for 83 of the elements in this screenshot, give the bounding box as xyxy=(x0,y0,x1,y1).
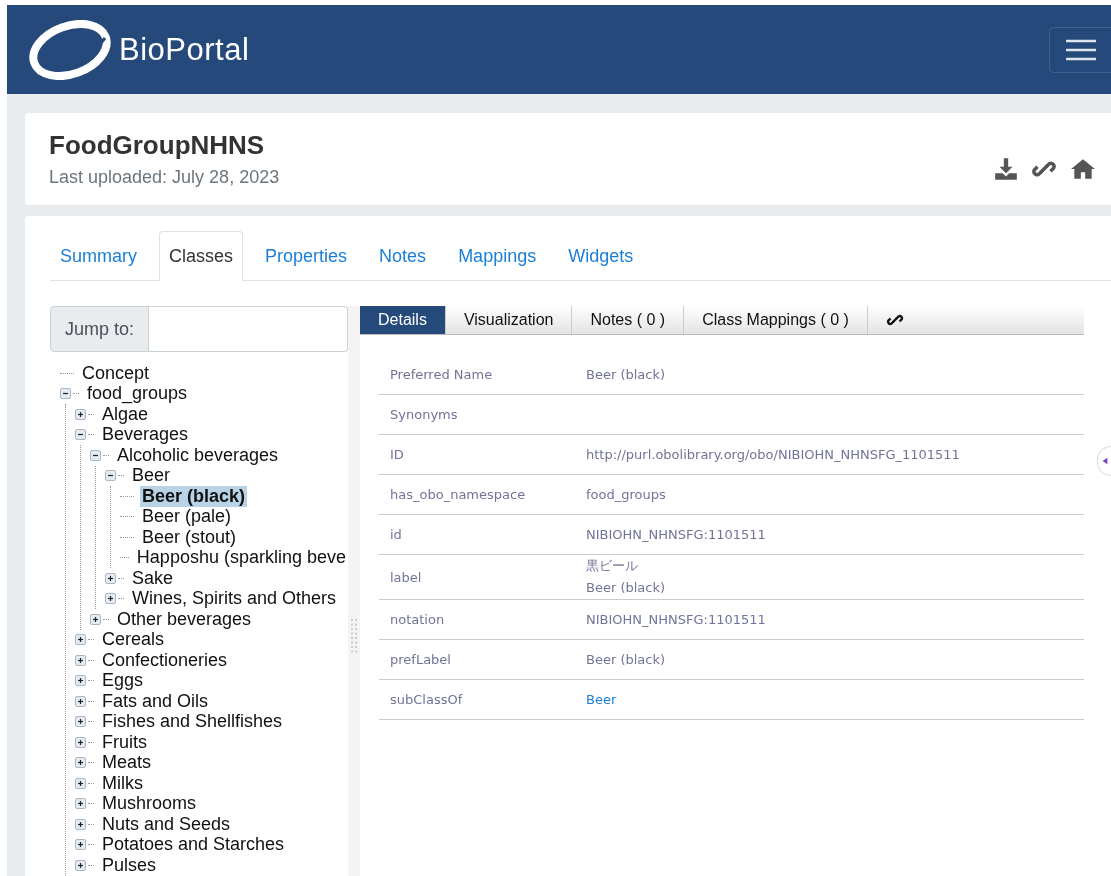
expand-icon[interactable] xyxy=(75,736,86,748)
tree-item[interactable]: Pulses xyxy=(100,854,159,876)
tree-item[interactable]: food_groups xyxy=(85,383,190,405)
resize-handle-icon[interactable] xyxy=(350,618,358,654)
expand-icon[interactable] xyxy=(75,777,86,789)
expand-icon[interactable] xyxy=(75,675,86,687)
tree-item[interactable]: Fats and Oils xyxy=(100,690,211,712)
tree-item[interactable]: Beer (stout) xyxy=(140,526,239,548)
property-value: Beer (black) xyxy=(586,365,667,384)
brand-name[interactable]: BioPortal xyxy=(119,31,250,68)
tree-item[interactable]: Meats xyxy=(100,752,154,774)
tree-item[interactable]: Mushrooms xyxy=(100,793,199,815)
tree-item[interactable]: Eggs xyxy=(100,670,146,692)
expand-icon[interactable] xyxy=(75,818,86,830)
download-icon[interactable] xyxy=(993,156,1019,182)
tree-item[interactable]: Beer (pale) xyxy=(140,506,234,528)
detail-tab[interactable]: Notes ( 0 ) xyxy=(572,306,685,334)
property-name: label xyxy=(379,554,575,600)
jump-to-field[interactable] xyxy=(149,306,348,352)
tree-item[interactable]: Happoshu (sparkling beve xyxy=(134,547,348,569)
tree-item[interactable]: Confectioneries xyxy=(100,649,230,671)
menu-icon xyxy=(1065,38,1096,61)
tab[interactable]: Mappings xyxy=(448,231,547,281)
property-name: prefLabel xyxy=(379,639,575,680)
property-value: NIBIOHN_NHNSFG:1101511 xyxy=(586,610,767,629)
tree-item[interactable]: Beer (black) xyxy=(140,485,248,507)
collapse-icon[interactable] xyxy=(75,429,86,441)
expand-icon[interactable] xyxy=(75,654,86,666)
property-value: 黒ビール xyxy=(586,557,639,575)
property-name: Preferred Name xyxy=(379,355,575,395)
side-panel-handle[interactable] xyxy=(1097,446,1111,476)
tab[interactable]: Summary xyxy=(50,231,147,281)
property-value: food_groups xyxy=(586,485,667,504)
property-name: ID xyxy=(379,434,575,475)
expand-icon[interactable] xyxy=(90,613,101,625)
tree-item[interactable]: Potatoes and Starches xyxy=(100,834,287,856)
property-name: has_obo_namespace xyxy=(379,474,575,515)
tree-item[interactable]: Algae xyxy=(100,403,151,425)
tree-item[interactable]: Concept xyxy=(80,362,152,384)
expand-icon[interactable] xyxy=(105,572,116,584)
expand-icon[interactable] xyxy=(75,757,86,769)
jump-to-label: Jump to: xyxy=(50,306,150,352)
expand-icon[interactable] xyxy=(75,408,86,420)
tree-item[interactable]: Sake xyxy=(130,567,176,589)
collapse-icon[interactable] xyxy=(105,470,116,482)
expand-icon[interactable] xyxy=(75,634,86,646)
expand-icon[interactable] xyxy=(105,593,116,605)
upload-date: Last uploaded: July 28, 2023 xyxy=(49,167,280,188)
class-link[interactable]: Beer xyxy=(586,688,1073,711)
expand-icon[interactable] xyxy=(75,798,86,810)
menu-button[interactable] xyxy=(1049,26,1111,73)
expand-icon[interactable] xyxy=(75,695,86,707)
tree-item[interactable]: Alcoholic beverages xyxy=(115,444,281,466)
tree-item[interactable]: Wines, Spirits and Others xyxy=(130,588,339,610)
tab[interactable]: Widgets xyxy=(558,231,644,281)
expand-icon[interactable] xyxy=(75,839,86,851)
tab[interactable]: Properties xyxy=(255,231,358,281)
detail-tab[interactable]: Visualization xyxy=(445,306,573,334)
property-name: Synonyms xyxy=(379,394,575,435)
collapse-icon[interactable] xyxy=(90,449,101,461)
tree-item[interactable]: Milks xyxy=(100,772,145,794)
tree-item[interactable]: Fruits xyxy=(100,731,149,753)
tree-item[interactable]: Nuts and Seeds xyxy=(100,813,233,835)
tab[interactable]: Classes xyxy=(159,231,244,281)
tree-item[interactable]: Beer xyxy=(130,465,173,487)
expand-icon[interactable] xyxy=(75,716,86,728)
tree-item[interactable]: Cereals xyxy=(100,629,167,651)
ontology-title: FoodGroupNHNS xyxy=(49,130,266,161)
tree-item[interactable]: Other beverages xyxy=(115,608,254,630)
property-name: subClassOf xyxy=(379,679,575,720)
property-value: http://purl.obolibrary.org/obo/NIBIOHN_NHNSFG_1101511 xyxy=(586,445,961,464)
property-value: NIBIOHN_NHNSFG:1101511 xyxy=(586,525,767,544)
detail-tab[interactable]: Details xyxy=(360,306,446,334)
expand-icon[interactable] xyxy=(75,859,86,871)
collapse-icon[interactable] xyxy=(60,388,71,400)
detail-tab[interactable]: Class Mappings ( 0 ) xyxy=(684,306,868,334)
property-value: Beer (black) xyxy=(586,650,667,669)
tree-item[interactable]: Fishes and Shellfishes xyxy=(100,711,285,733)
tab[interactable]: Notes xyxy=(369,231,437,281)
property-value: Beer (black) xyxy=(586,579,667,597)
tree-item[interactable]: Beverages xyxy=(100,424,191,446)
property-name: id xyxy=(379,514,575,555)
property-name: notation xyxy=(379,599,575,640)
